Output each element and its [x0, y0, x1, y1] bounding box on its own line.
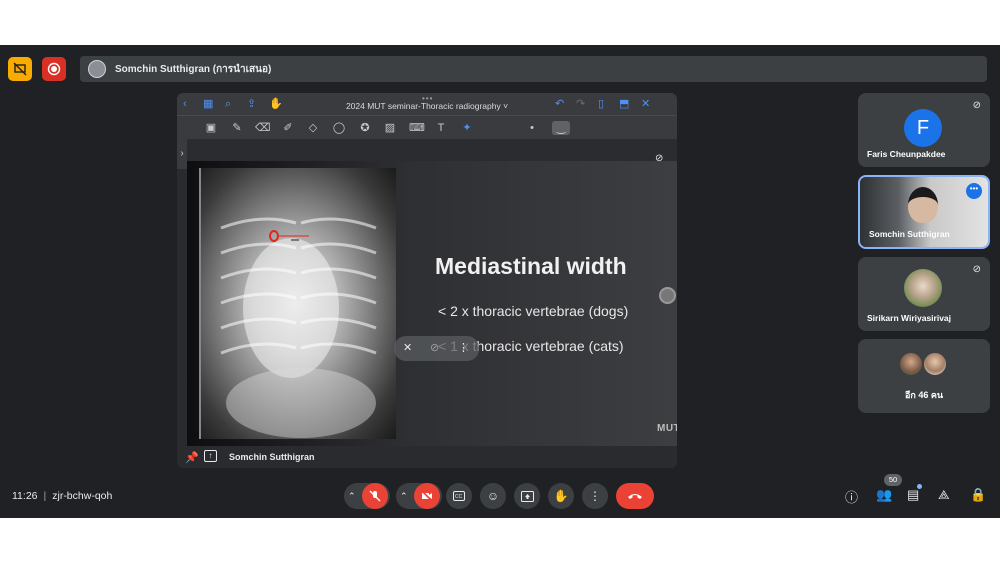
more-vert-icon[interactable]: ⋮ — [458, 341, 469, 354]
avatar — [88, 60, 106, 78]
present-box-icon: ↑ — [204, 450, 217, 462]
raise-hand-icon[interactable]: ✋ — [548, 483, 574, 509]
shapes-icon[interactable]: ◇ — [306, 121, 320, 135]
dot-size-icon[interactable]: • — [525, 121, 539, 135]
info-icon[interactable]: ⓘ — [845, 487, 858, 506]
stroke-style-icon[interactable]: ‿ — [552, 121, 570, 135]
chevron-up-icon[interactable]: ⌃ — [400, 491, 412, 502]
export-icon[interactable]: ⬒ — [619, 99, 629, 110]
share-presenter-name: Somchin Sutthigran — [229, 452, 315, 462]
laser-dot — [659, 287, 676, 304]
participant-tile-active[interactable]: ••• Somchin Sutthigran — [858, 175, 990, 249]
participant-name: Faris Cheunpakdee — [867, 149, 946, 159]
participant-tile[interactable]: ⊘ Sirikarn Wiriyasirivaj — [858, 257, 990, 331]
pin-off-icon[interactable]: ✕ — [403, 341, 412, 354]
eraser-icon[interactable]: ⌫ — [255, 121, 271, 135]
participant-name: Somchin Sutthigran — [869, 229, 950, 239]
pen-icon[interactable]: ✎ — [230, 121, 244, 135]
more-participants-label: อีก 46 คน — [904, 390, 944, 400]
chat-icon[interactable]: ▤ — [907, 487, 919, 503]
meeting-code: zjr-bchw-qoh — [52, 490, 113, 502]
emoji-icon[interactable]: ☺ — [480, 483, 506, 509]
keyboard-icon[interactable]: ⌨ — [409, 121, 425, 135]
shared-screen[interactable]: ••• ‹ ▦ ⌕ ⇪ ✋ 2024 MUT seminar-Thoracic … — [177, 93, 677, 468]
chat-notification-dot — [917, 484, 922, 489]
mic-off-icon: ⊘ — [972, 100, 981, 111]
presenter-banner: Somchin Sutthigran (การนำเสนอ) — [80, 56, 987, 82]
meet-window: Somchin Sutthigran (การนำเสนอ) ••• ‹ ▦ ⌕… — [0, 45, 1000, 518]
sticker-icon[interactable]: ✪ — [358, 121, 372, 135]
mic-off-icon: ⊘ — [972, 264, 981, 275]
camera-control[interactable]: ⌃ — [396, 483, 442, 509]
participant-face — [908, 187, 938, 223]
meeting-time: 11:26 — [12, 490, 38, 502]
avatar — [922, 351, 948, 377]
slide-heading: Mediastinal width — [435, 253, 627, 279]
avatar — [904, 269, 942, 307]
expand-sidebar-icon[interactable]: › — [177, 139, 187, 169]
redo-icon[interactable]: ↷ — [576, 99, 585, 110]
participant-name: Sirikarn Wiriyasirivaj — [867, 313, 952, 323]
svg-text:CC: CC — [455, 494, 463, 500]
screen-share-off-icon[interactable] — [8, 57, 32, 81]
drawing-toolbar: ▣ ✎ ⌫ ✐ ◇ ◯ ✪ ▨ ⌨ T ✦ • ‿ — [177, 115, 677, 139]
more-options-icon[interactable]: ••• — [966, 183, 982, 199]
thoracic-xray-image — [199, 168, 396, 439]
activities-icon[interactable]: ⟁ — [938, 487, 950, 503]
share-footer: 📌 ↑ Somchin Sutthigran — [177, 446, 677, 468]
avatar — [898, 351, 924, 377]
photo-icon[interactable]: ▨ — [383, 121, 397, 135]
present-icon[interactable] — [514, 483, 540, 509]
meeting-info: 11:26 | zjr-bchw-qoh — [12, 490, 112, 502]
mic-off-icon[interactable] — [362, 483, 388, 509]
mut-logo: MUT — [657, 423, 677, 434]
laser-pointer-icon[interactable]: ✦ — [460, 121, 474, 135]
undo-icon[interactable]: ↶ — [555, 99, 564, 110]
avatar: F — [904, 109, 942, 147]
bookmark-icon[interactable]: ▯ — [598, 99, 604, 110]
close-icon[interactable]: ✕ — [641, 99, 650, 110]
people-icon[interactable]: 👥 — [876, 487, 892, 503]
pin-icon[interactable]: 📌 — [185, 451, 199, 464]
camera-off-icon[interactable] — [414, 483, 440, 509]
participant-tile[interactable]: F ⊘ Faris Cheunpakdee — [858, 93, 990, 167]
image-tool-icon[interactable]: ▣ — [204, 121, 218, 135]
app-title-bar: ••• ‹ ▦ ⌕ ⇪ ✋ 2024 MUT seminar-Thoracic … — [177, 93, 677, 115]
slide-bullet: < 2 x thoracic vertebrae (dogs) — [438, 303, 629, 319]
lasso-icon[interactable]: ◯ — [332, 121, 346, 135]
end-call-icon[interactable] — [616, 483, 654, 509]
mic-control[interactable]: ⌃ — [344, 483, 390, 509]
tile-overlay-controls: ✕ ⊘ ⋮ — [394, 336, 479, 361]
text-icon[interactable]: T — [434, 121, 448, 135]
more-options-icon[interactable]: ⋮ — [582, 483, 608, 509]
captions-icon[interactable]: CC — [446, 483, 472, 509]
mute-icon[interactable]: ⊘ — [430, 341, 439, 354]
presenter-name: Somchin Sutthigran (การนำเสนอ) — [115, 63, 272, 75]
chevron-up-icon[interactable]: ⌃ — [348, 491, 360, 502]
slide: Mediastinal width < 2 x thoracic vertebr… — [187, 161, 677, 447]
mic-off-icon: ⊘ — [655, 153, 664, 164]
recording-icon[interactable] — [42, 57, 66, 81]
highlighter-icon[interactable]: ✐ — [281, 121, 295, 135]
separator: | — [43, 490, 47, 502]
host-controls-icon[interactable]: 🔒 — [970, 487, 986, 503]
more-participants-tile[interactable]: อีก 46 คน — [858, 339, 990, 413]
people-count-badge: 50 — [884, 474, 902, 486]
